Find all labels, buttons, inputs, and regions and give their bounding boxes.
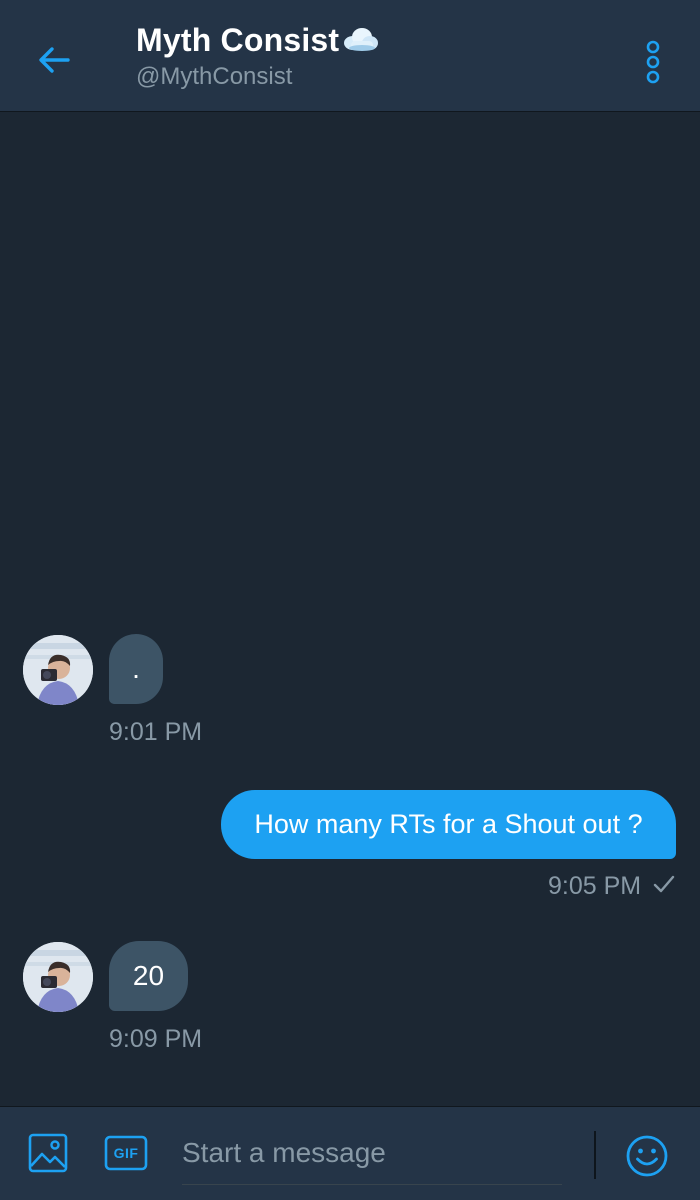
incoming-message-bubble[interactable]: . [109, 634, 163, 704]
message-text: . [132, 653, 140, 684]
contact-name: Myth Consist [136, 22, 340, 58]
message-composer: GIF [0, 1106, 700, 1200]
conversation-header: Myth Consist @MythConsist [0, 0, 700, 112]
more-options-button[interactable] [632, 34, 674, 90]
sent-check-icon [653, 872, 675, 901]
incoming-message-bubble[interactable]: 20 [109, 941, 188, 1011]
message-input-wrapper [182, 1129, 562, 1185]
message-text: How many RTs for a Shout out ? [254, 809, 643, 839]
smiley-icon [626, 1135, 668, 1177]
message-text: 20 [132, 960, 165, 991]
message-list[interactable]: . 9:01 PM How many RTs for a Shout out ?… [0, 112, 700, 1106]
message-timestamp: 9:01 PM [109, 718, 203, 746]
image-icon [28, 1133, 68, 1173]
arrow-left-icon [39, 47, 70, 73]
composer-divider [594, 1131, 596, 1179]
emoji-button[interactable] [624, 1133, 670, 1179]
back-button[interactable] [26, 32, 82, 88]
gif-button[interactable]: GIF [104, 1133, 148, 1173]
message-timestamp: 9:05 PM [548, 872, 642, 900]
avatar[interactable] [23, 942, 93, 1012]
cloud-emoji-icon [341, 26, 379, 57]
message-input[interactable] [182, 1129, 562, 1177]
conversation-title-block: Myth Consist @MythConsist [136, 22, 379, 91]
contact-handle: @MythConsist [136, 63, 293, 90]
avatar[interactable] [23, 635, 93, 705]
add-media-button[interactable] [26, 1131, 70, 1175]
vertical-dots-icon [646, 40, 660, 84]
message-timestamp: 9:09 PM [109, 1025, 203, 1053]
gif-label: GIF [113, 1145, 139, 1161]
message-timestamp-row: 9:05 PM [548, 872, 675, 901]
outgoing-message-bubble[interactable]: How many RTs for a Shout out ? [221, 790, 676, 859]
